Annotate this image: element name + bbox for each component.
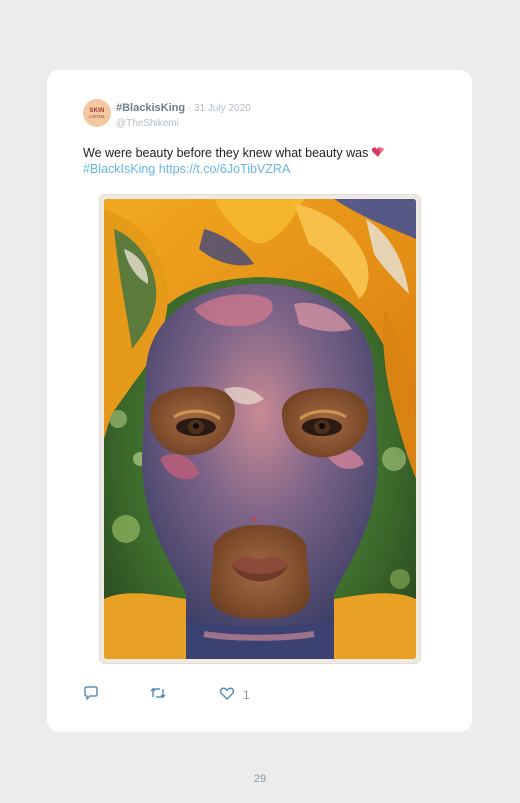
tweet-image-frame[interactable] [99,194,421,664]
tweet-date[interactable]: 31 July 2020 [194,103,251,114]
tweet-header: #BlackisKing · 31 July 2020 @TheShikemi [116,100,251,130]
avatar-logo-bottom: CAPITAL [88,113,106,119]
tweet-text: We were beauty before they knew what bea… [83,146,443,177]
hashtag-link[interactable]: #BlackIsKing [83,162,155,176]
portrait-photo[interactable] [104,199,416,659]
url-link[interactable]: https://t.co/6JoTibVZRA [159,162,291,176]
retweet-icon [149,685,167,706]
tweet-text-body: We were beauty before they knew what bea… [83,146,369,160]
two-hearts-emoji-icon [371,146,385,162]
tweet-title-hashtag[interactable]: #BlackisKing [116,102,185,114]
heart-icon [219,685,235,706]
avatar[interactable]: SKIN CAPITAL [83,99,111,127]
tweet-actions: 1 [83,685,283,706]
tweet-card: SKIN CAPITAL #BlackisKing · 31 July 2020… [47,70,472,732]
like-count: 1 [243,688,250,702]
reply-button[interactable] [83,685,99,706]
retweet-button[interactable] [149,686,167,704]
page: SKIN CAPITAL #BlackisKing · 31 July 2020… [0,0,520,803]
like-button[interactable]: 1 [219,686,250,704]
reply-icon [83,685,99,706]
page-number: 29 [253,773,267,785]
date-separator: · [185,103,194,114]
tweet-username[interactable]: @TheShikemi [116,118,179,129]
